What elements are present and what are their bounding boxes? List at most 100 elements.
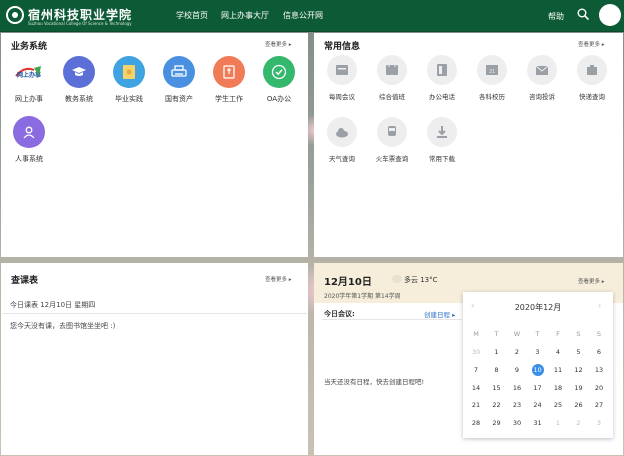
app-label: 国有资产 xyxy=(165,95,193,103)
calendar-day[interactable]: 8 xyxy=(490,366,504,374)
schedule-panel: 查课表 查看更多 今日课表 12月10日 星期四 您今天没有课，去图书馆坐坐吧 … xyxy=(1,263,308,455)
business-more-link[interactable]: 查看更多 xyxy=(265,40,292,48)
service-label: 快递查询 xyxy=(579,93,605,101)
calendar-day[interactable]: 19 xyxy=(572,384,586,392)
calendar-day[interactable]: 18 xyxy=(551,384,565,392)
calendar-day[interactable]: 9 xyxy=(510,366,524,374)
calendar-day[interactable]: 30 xyxy=(510,419,524,427)
calendar-day[interactable]: 17 xyxy=(531,384,545,392)
business-panel: 业务系统 查看更多 网上办事 网上办事 教务系统 毕业实践 xyxy=(1,33,308,257)
service-train[interactable]: 火车票查询 xyxy=(370,117,414,163)
common-info-title: 常用信息 xyxy=(324,42,361,52)
schedule-more-link[interactable]: 查看更多 xyxy=(265,275,292,283)
create-schedule-link[interactable]: 创建日程 ▸ xyxy=(424,309,455,319)
calendar-icon xyxy=(336,65,348,75)
nav-home[interactable]: 学校首页 xyxy=(176,10,208,21)
app-hr-system[interactable]: 人事系统 xyxy=(7,116,51,164)
service-label: 咨询投诉 xyxy=(529,93,555,101)
train-icon xyxy=(388,126,396,136)
calendar-day[interactable]: 14 xyxy=(469,384,483,392)
app-oa-office[interactable]: OA办公 xyxy=(257,56,301,104)
app-label: 人事系统 xyxy=(15,155,43,163)
calendar-day[interactable]: 2 xyxy=(510,348,524,356)
calendar-day[interactable]: 1 xyxy=(490,348,504,356)
calendar-day[interactable]: 27 xyxy=(592,401,606,409)
calendar-day[interactable]: 5 xyxy=(572,348,586,356)
search-icon[interactable] xyxy=(577,8,589,20)
service-label: 常用下载 xyxy=(429,155,455,163)
calendar-day[interactable]: 3 xyxy=(592,419,606,427)
calendar-day[interactable]: 31 xyxy=(531,419,545,427)
app-student-affairs[interactable]: 学生工作 xyxy=(207,56,251,104)
nav-service-hall[interactable]: 网上办事大厅 xyxy=(221,10,269,21)
calendar-day[interactable]: 26 xyxy=(572,401,586,409)
app-academic[interactable]: 教务系统 xyxy=(57,56,101,104)
calendar-day[interactable]: 30 xyxy=(469,348,483,356)
calendar-day[interactable]: 25 xyxy=(551,401,565,409)
calendar-day[interactable]: 1 xyxy=(551,419,565,427)
calendar-day[interactable]: 20 xyxy=(592,384,606,392)
calendar-day[interactable]: 28 xyxy=(469,419,483,427)
calendar-day[interactable]: 12 xyxy=(572,366,586,374)
term-info: 2020学年第1学期 第14学周 xyxy=(324,293,401,300)
calendar-day[interactable]: 21 xyxy=(469,401,483,409)
calendar-day[interactable]: 2 xyxy=(572,419,586,427)
service-label: 每周会议 xyxy=(329,93,355,101)
weekday-header: S xyxy=(596,330,602,338)
common-info-more-link[interactable]: 查看更多 xyxy=(578,40,605,48)
service-download[interactable]: 常用下载 xyxy=(420,117,464,163)
book-icon xyxy=(223,65,235,79)
cloud-weather-icon xyxy=(392,275,402,283)
service-label: 办公电话 xyxy=(429,93,455,101)
service-envelope[interactable]: 咨询投诉 xyxy=(520,55,564,101)
schedule-title: 查课表 xyxy=(11,276,39,286)
app-label: 网上办事 xyxy=(15,95,43,103)
calendar-day[interactable]: 7 xyxy=(469,366,483,374)
package-icon xyxy=(587,65,597,75)
next-month-icon[interactable]: › xyxy=(598,301,601,310)
printer-icon xyxy=(171,65,187,77)
app-online-service[interactable]: 网上办事 网上办事 xyxy=(7,56,51,104)
calendar-empty-text: 当天还没有日程，快去创建日程吧! xyxy=(324,378,425,386)
calendar-day[interactable]: 6 xyxy=(592,348,606,356)
calendar-day[interactable]: 3 xyxy=(531,348,545,356)
service-phone-book[interactable]: 办公电话 xyxy=(420,55,464,101)
calendar-day[interactable]: 15 xyxy=(490,384,504,392)
today-schedule-label: 今日课表 12月10日 星期四 xyxy=(10,301,96,309)
schedule-empty-text: 您今天没有课，去图书馆坐坐吧 :) xyxy=(10,322,116,330)
calendar-day[interactable]: 16 xyxy=(510,384,524,392)
online-service-logo-icon: 网上办事 xyxy=(13,56,45,88)
calendar-day[interactable]: 11 xyxy=(551,366,565,374)
calendar-day[interactable]: 24 xyxy=(531,401,545,409)
nav-info-disclosure[interactable]: 信息公开网 xyxy=(283,10,323,21)
app-graduation-practice[interactable]: 毕业实践 xyxy=(107,56,151,104)
duty-calendar-icon xyxy=(386,64,398,75)
app-state-assets[interactable]: 国有资产 xyxy=(157,56,201,104)
calendar-day[interactable]: 4 xyxy=(551,348,565,356)
divider xyxy=(322,319,462,320)
calendar-day[interactable]: 29 xyxy=(490,419,504,427)
calendar-day[interactable]: 23 xyxy=(510,401,524,409)
calendar-day[interactable]: 10 xyxy=(531,366,545,374)
app-label: 教务系统 xyxy=(65,95,93,103)
service-package[interactable]: 快递查询 xyxy=(570,55,614,101)
svg-text:31: 31 xyxy=(489,69,495,75)
service-cloud[interactable]: 天气查询 xyxy=(320,117,364,163)
user-avatar[interactable] xyxy=(599,4,621,26)
service-calendar[interactable]: 每周会议 xyxy=(320,55,364,101)
help-link[interactable]: 帮助 xyxy=(548,11,564,22)
weekday-header: T xyxy=(535,330,540,338)
school-calendar-icon: 31 xyxy=(486,65,498,75)
app-label: 毕业实践 xyxy=(115,95,143,103)
calendar-day[interactable]: 22 xyxy=(490,401,504,409)
calendar-day[interactable]: 13 xyxy=(592,366,606,374)
app-label: 学生工作 xyxy=(215,95,243,103)
service-duty-calendar[interactable]: 综合值班 xyxy=(370,55,414,101)
phone-book-icon xyxy=(437,64,447,76)
service-school-calendar[interactable]: 31 各科校历 xyxy=(470,55,514,101)
weekday-header: W xyxy=(513,330,521,338)
calendar-more-link[interactable]: 查看更多 xyxy=(578,277,605,285)
school-english-name: Suzhou Vocational College Of Science & T… xyxy=(28,21,132,26)
school-logo-icon[interactable] xyxy=(6,6,24,24)
app-label: OA办公 xyxy=(266,95,292,103)
